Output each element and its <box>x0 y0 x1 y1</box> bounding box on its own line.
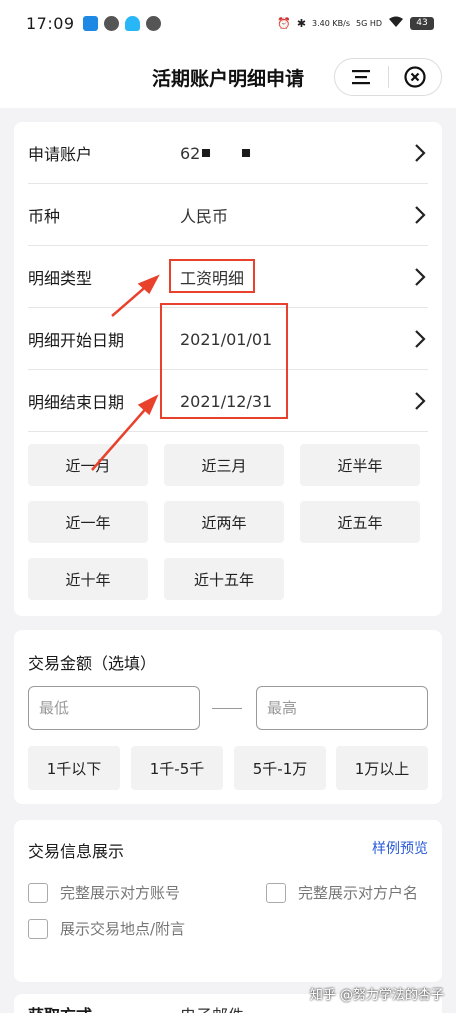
bell-icon <box>124 15 140 31</box>
nav-bar: 活期账户明细申请 <box>0 46 456 108</box>
range-chip[interactable]: 近五年 <box>300 501 420 543</box>
range-chip[interactable]: 近三月 <box>164 444 284 486</box>
row-label: 申请账户 <box>28 145 93 164</box>
battery-icon: 43 <box>410 16 434 30</box>
checkbox[interactable] <box>28 918 48 939</box>
menu-button[interactable] <box>335 59 388 95</box>
detail-form-card: 申请账户 62 币种 人民币 明细类型 工资明细 明细开始日期 2021/01/… <box>14 122 442 616</box>
min-amount-input[interactable] <box>28 686 200 730</box>
range-chip[interactable]: 近十五年 <box>164 558 284 600</box>
bluetooth-icon: ✱ <box>296 16 307 30</box>
display-options-card: 交易信息展示 样例预览 完整展示对方账号 完整展示对方户名 展示交易地点/附言 <box>14 820 442 982</box>
max-amount-input[interactable] <box>256 686 428 730</box>
status-bar: 17:09 ⏰ ✱ 3.40 KB/s 5G HD 43 <box>0 0 456 46</box>
display-title: 交易信息展示 <box>28 842 125 861</box>
option-label: 完整展示对方户名 <box>298 884 419 902</box>
range-chip[interactable]: 近半年 <box>300 444 420 486</box>
divider <box>28 431 428 432</box>
chevron-right-icon <box>415 206 426 224</box>
close-circle-icon <box>404 66 426 88</box>
sample-preview-link[interactable]: 样例预览 <box>372 838 428 858</box>
amount-title: 交易金额（选填） <box>28 654 157 673</box>
option-label: 展示交易地点/附言 <box>60 920 186 938</box>
row-value: 62 <box>180 144 252 163</box>
close-button[interactable] <box>389 59 442 95</box>
masked-digits <box>202 149 211 157</box>
chevron-right-icon <box>415 330 426 348</box>
system-status: ⏰ ✱ 3.40 KB/s 5G HD 43 <box>277 16 434 31</box>
net-speed: 3.40 KB/s <box>312 18 350 28</box>
amount-range-chip[interactable]: 1万以上 <box>336 746 428 790</box>
app-notification-icon <box>82 15 98 31</box>
notification-icons <box>82 15 161 31</box>
delivery-value: 电子邮件 <box>180 1002 244 1013</box>
wifi-icon <box>388 16 404 31</box>
wechat-icon <box>103 15 119 31</box>
chevron-right-icon <box>415 268 426 286</box>
option-location-memo[interactable]: 展示交易地点/附言 <box>28 918 185 939</box>
row-label: 明细开始日期 <box>28 331 125 350</box>
menu-lines-icon <box>352 70 371 85</box>
amount-card: 交易金额（选填） 1千以下 1千-5千 5千-1万 1万以上 <box>14 630 442 804</box>
alarm-icon: ⏰ <box>277 16 291 30</box>
row-account[interactable]: 申请账户 62 <box>14 122 442 184</box>
range-dash <box>212 708 242 709</box>
chat-bubble-icon <box>145 15 161 31</box>
row-label: 明细结束日期 <box>28 393 125 412</box>
option-full-name[interactable]: 完整展示对方户名 <box>266 882 418 903</box>
network-type: 5G HD <box>355 18 382 28</box>
range-chip[interactable]: 近一年 <box>28 501 148 543</box>
amount-range-chip[interactable]: 5千-1万 <box>234 746 326 790</box>
status-time: 17:09 <box>26 13 75 33</box>
range-chip[interactable]: 近一月 <box>28 444 148 486</box>
amount-range-chip[interactable]: 1千以下 <box>28 746 120 790</box>
row-label: 明细类型 <box>28 269 93 288</box>
checkbox[interactable] <box>28 882 48 903</box>
highlight-box-detail-type <box>169 259 255 293</box>
checkbox[interactable] <box>266 882 286 903</box>
option-label: 完整展示对方账号 <box>60 884 181 902</box>
range-chip[interactable]: 近十年 <box>28 558 148 600</box>
chevron-right-icon <box>415 392 426 410</box>
chevron-right-icon <box>415 144 426 162</box>
option-full-account[interactable]: 完整展示对方账号 <box>28 882 180 903</box>
masked-digits <box>242 149 251 157</box>
delivery-label: 获取方式 <box>28 1002 92 1013</box>
watermark: 知乎 @努力学法的杏子 <box>309 988 444 1003</box>
amount-range-chip[interactable]: 1千-5千 <box>131 746 223 790</box>
row-value: 人民币 <box>180 207 229 226</box>
row-currency[interactable]: 币种 人民币 <box>14 184 442 246</box>
row-label: 币种 <box>28 207 61 226</box>
range-chip[interactable]: 近两年 <box>164 501 284 543</box>
highlight-box-dates <box>160 303 288 419</box>
mini-program-capsule <box>334 58 442 96</box>
